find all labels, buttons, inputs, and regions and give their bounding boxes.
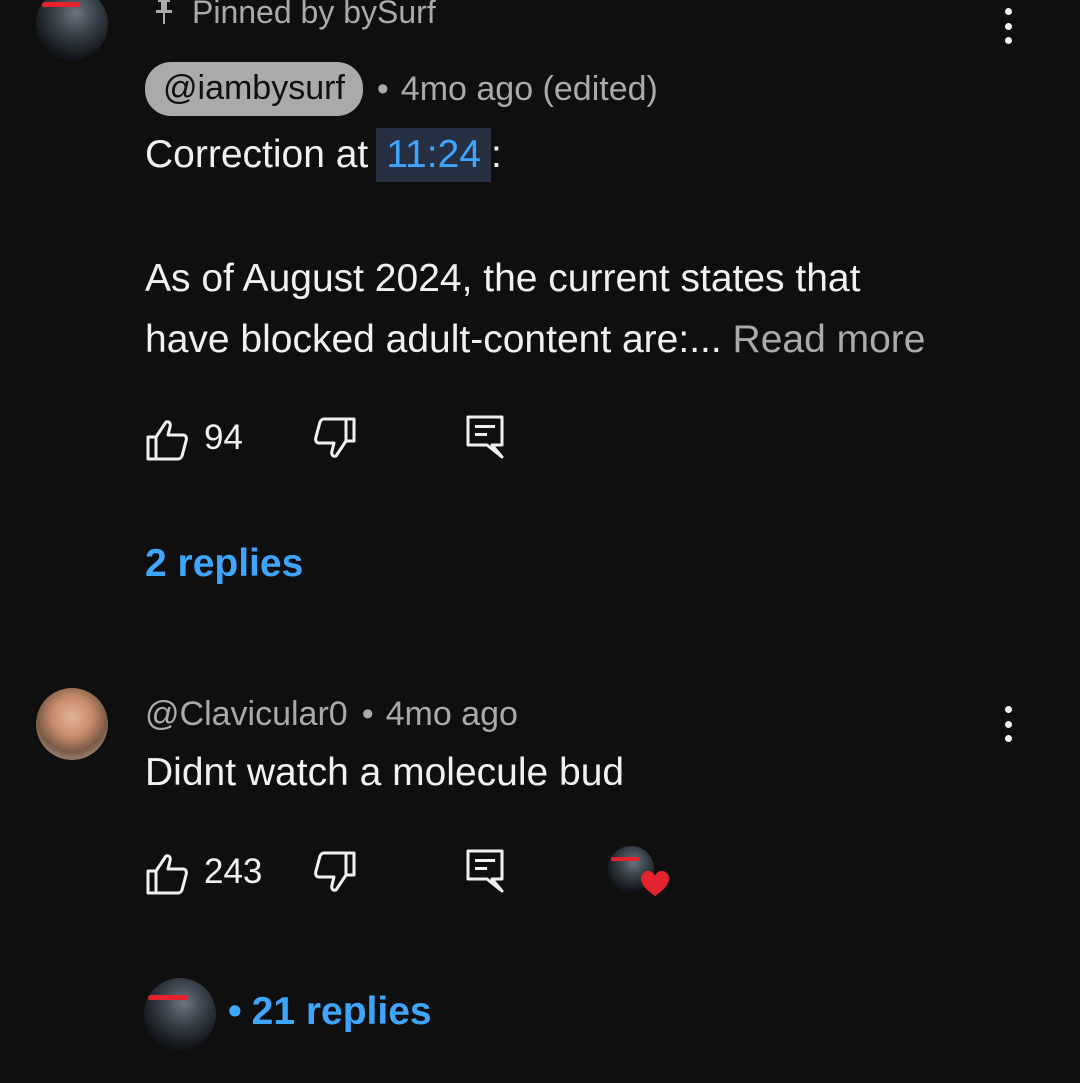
comment-body-line2: As of August 2024, the current states th… [145, 257, 861, 300]
comment-menu-button[interactable] [993, 4, 1023, 48]
pinned-label-row: Pinned by bySurf [152, 0, 436, 32]
timestamp-link[interactable]: 11:24 [376, 128, 491, 182]
more-vert-icon-dot [1004, 720, 1012, 728]
more-vert-icon-dot [1004, 8, 1012, 15]
more-vert-icon-dot [1004, 735, 1012, 742]
correction-text: Correction at [145, 133, 369, 176]
replies-link[interactable]: 2 replies [145, 542, 303, 586]
comment-time: 4mo ago (edited) [400, 69, 658, 108]
pinned-by-text: Pinned by bySurf [192, 0, 436, 30]
thumbs-up-icon[interactable] [145, 418, 189, 462]
thumbs-down-icon[interactable] [313, 850, 357, 894]
replies-count-text: 21 replies [251, 990, 432, 1033]
like-count: 94 [204, 418, 243, 457]
comment-actions: 94 [145, 414, 545, 462]
read-more-link[interactable]: Read more [733, 318, 926, 361]
thumbs-up-icon[interactable] [145, 852, 189, 896]
commenter-avatar-bysurf[interactable] [36, 0, 108, 60]
creator-reply-avatar[interactable] [144, 978, 216, 1050]
more-vert-icon-dot [1004, 22, 1012, 30]
comment-body: Didnt watch a molecule bud [145, 751, 625, 794]
reply-icon[interactable] [465, 848, 505, 894]
comment-body-line1: Correction at 11:24: [145, 124, 502, 186]
replies-separator: • [228, 990, 242, 1033]
thumbs-down-icon[interactable] [313, 416, 357, 460]
heart-icon [641, 870, 669, 897]
like-count: 243 [204, 852, 263, 891]
comment-time: 4mo ago [385, 694, 518, 733]
replies-link[interactable]: • 21 replies [228, 990, 432, 1034]
reply-icon[interactable] [465, 414, 505, 460]
more-vert-icon-dot [1004, 706, 1012, 713]
colon-text: : [490, 133, 502, 176]
comment-body-text: have blocked adult-content are:... [145, 318, 722, 361]
author-handle[interactable]: @Clavicular0 [145, 695, 348, 734]
author-handle-chip[interactable]: @iambysurf [145, 62, 363, 116]
comment-meta: @Clavicular0 • 4mo ago [145, 690, 518, 738]
comment-menu-button[interactable] [993, 702, 1023, 746]
meta-separator: • [361, 694, 374, 733]
pin-icon [156, 0, 172, 24]
more-vert-icon-dot [1004, 37, 1012, 44]
comment-meta: @iambysurf • 4mo ago (edited) [145, 62, 658, 116]
commenter-avatar-clavicular[interactable] [36, 688, 108, 760]
comments-list: Pinned by bySurf @iambysurf • 4mo ago (e… [0, 0, 1080, 1083]
comment-body-line3: have blocked adult-content are:... Read … [145, 309, 925, 371]
creator-heart-badge [608, 846, 672, 902]
meta-separator: • [376, 69, 389, 108]
